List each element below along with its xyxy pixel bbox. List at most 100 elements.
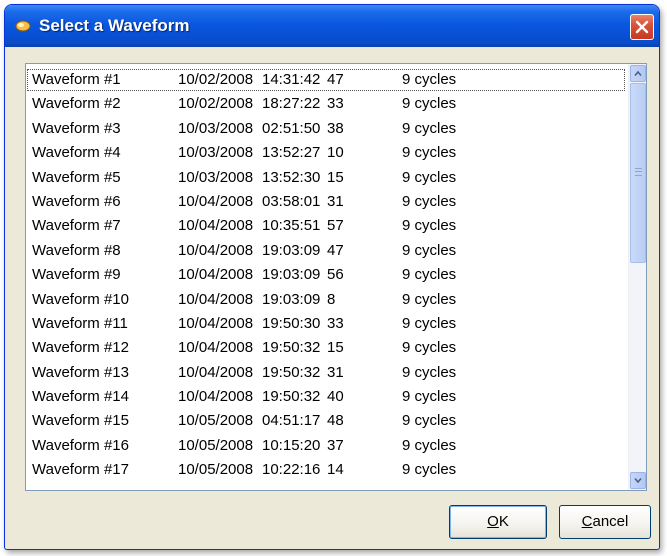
waveform-time: 19:50:32 [262, 363, 321, 381]
scroll-down-arrow-icon [634, 477, 642, 484]
ok-button[interactable]: OK [449, 505, 547, 539]
waveform-time: 19:03:09 [262, 266, 321, 284]
waveform-list: Waveform #1 10/02/2008 14:31:42 47 9 cycles W… [26, 68, 626, 483]
waveform-name: Waveform #15 [32, 412, 129, 430]
waveform-value: 15 [327, 339, 344, 357]
waveform-name: Waveform #17 [32, 461, 129, 479]
waveform-name: Waveform #10 [32, 290, 129, 308]
waveform-value: 15 [327, 168, 344, 186]
waveform-date: 10/04/2008 [178, 217, 254, 235]
waveform-value: 33 [327, 95, 344, 113]
waveform-time: 13:52:27 [262, 144, 321, 162]
waveform-name: Waveform #13 [32, 363, 129, 381]
waveform-value: 10 [327, 144, 344, 162]
waveform-cycles: 9 cycles [402, 290, 457, 308]
waveform-date: 10/05/2008 [178, 461, 254, 479]
list-item[interactable]: Waveform #12 10/04/2008 19:50:32 15 9 cycles [26, 336, 626, 360]
list-item[interactable]: Waveform #17 10/05/2008 10:22:16 14 9 cycles [26, 458, 626, 482]
waveform-value: 47 [327, 241, 344, 259]
waveform-date: 10/04/2008 [178, 192, 254, 210]
waveform-date: 10/04/2008 [178, 339, 254, 357]
waveform-cycles: 9 cycles [402, 119, 457, 137]
waveform-value: 37 [327, 436, 344, 454]
list-item[interactable]: Waveform #8 10/04/2008 19:03:09 47 9 cycles [26, 239, 626, 263]
waveform-cycles: 9 cycles [402, 314, 457, 332]
waveform-date: 10/03/2008 [178, 119, 254, 137]
waveform-time: 10:15:20 [262, 436, 321, 454]
scroll-thumb-grip [635, 168, 642, 176]
cancel-button[interactable]: Cancel [559, 505, 651, 539]
waveform-time: 13:52:30 [262, 168, 321, 186]
list-item[interactable]: Waveform #15 10/05/2008 04:51:17 48 9 cycles [26, 409, 626, 433]
window-title: Select a Waveform [39, 16, 190, 35]
waveform-name: Waveform #4 [32, 144, 121, 162]
scroll-up-button[interactable] [630, 65, 646, 82]
list-item[interactable]: Waveform #1 10/02/2008 14:31:42 47 9 cycles [26, 68, 626, 92]
ok-mnemonic: O [487, 513, 499, 530]
waveform-name: Waveform #3 [32, 119, 121, 137]
scroll-up-arrow-icon [634, 70, 642, 77]
waveform-cycles: 9 cycles [402, 217, 457, 235]
waveform-time: 10:35:51 [262, 217, 321, 235]
list-item[interactable]: Waveform #13 10/04/2008 19:50:32 31 9 cycles [26, 361, 626, 385]
waveform-date: 10/03/2008 [178, 168, 254, 186]
waveform-value: 33 [327, 314, 344, 332]
waveform-name: Waveform #2 [32, 95, 121, 113]
waveform-cycles: 9 cycles [402, 388, 457, 406]
waveform-cycles: 9 cycles [402, 339, 457, 357]
waveform-name: Waveform #9 [32, 266, 121, 284]
list-item[interactable]: Waveform #9 10/04/2008 19:03:09 56 9 cycles [26, 263, 626, 287]
list-item[interactable]: Waveform #2 10/02/2008 18:27:22 33 9 cycles [26, 92, 626, 116]
waveform-date: 10/04/2008 [178, 314, 254, 332]
waveform-time: 19:50:32 [262, 339, 321, 357]
waveform-name: Waveform #11 [32, 314, 128, 332]
waveform-value: 38 [327, 119, 344, 137]
waveform-cycles: 9 cycles [402, 71, 457, 88]
waveform-value: 8 [327, 290, 336, 308]
app-icon [15, 20, 31, 32]
waveform-cycles: 9 cycles [402, 192, 457, 210]
waveform-time: 02:51:50 [262, 119, 321, 137]
list-item[interactable]: Waveform #14 10/04/2008 19:50:32 40 9 cycles [26, 385, 626, 409]
waveform-cycles: 9 cycles [402, 241, 457, 259]
waveform-time: 19:03:09 [262, 290, 321, 308]
waveform-date: 10/04/2008 [178, 388, 254, 406]
waveform-value: 56 [327, 266, 344, 284]
close-button[interactable] [630, 14, 654, 40]
list-item[interactable]: Waveform #4 10/03/2008 13:52:27 10 9 cycles [26, 141, 626, 165]
cancel-mnemonic: C [581, 513, 593, 530]
scroll-thumb[interactable] [630, 83, 646, 263]
waveform-time: 18:27:22 [262, 95, 321, 113]
waveform-time: 14:31:42 [262, 71, 321, 88]
waveform-value: 57 [327, 217, 344, 235]
waveform-value: 40 [327, 388, 344, 406]
waveform-date: 10/04/2008 [178, 241, 254, 259]
list-item[interactable]: Waveform #5 10/03/2008 13:52:30 15 9 cycles [26, 166, 626, 190]
list-item[interactable]: Waveform #6 10/04/2008 03:58:01 31 9 cycles [26, 190, 626, 214]
list-item[interactable]: Waveform #7 10/04/2008 10:35:51 57 9 cycles [26, 214, 626, 238]
close-icon [635, 20, 649, 34]
vertical-scrollbar[interactable] [628, 64, 646, 490]
waveform-value: 47 [327, 71, 344, 88]
list-item[interactable]: Waveform #10 10/04/2008 19:03:09 8 9 cycles [26, 288, 626, 312]
cancel-label-rest: ancel [592, 513, 629, 530]
waveform-date: 10/04/2008 [178, 363, 254, 381]
waveform-cycles: 9 cycles [402, 412, 457, 430]
waveform-name: Waveform #1 [32, 71, 121, 88]
waveform-value: 31 [327, 363, 344, 381]
list-item[interactable]: Waveform #11 10/04/2008 19:50:30 33 9 cycles [26, 312, 626, 336]
list-item[interactable]: Waveform #16 10/05/2008 10:15:20 37 9 cycles [26, 434, 626, 458]
title-bar[interactable]: Select a Waveform [5, 5, 659, 47]
list-item[interactable]: Waveform #3 10/03/2008 02:51:50 38 9 cycles [26, 117, 626, 141]
waveform-cycles: 9 cycles [402, 461, 457, 479]
waveform-name: Waveform #12 [32, 339, 129, 357]
waveform-time: 04:51:17 [262, 412, 321, 430]
waveform-cycles: 9 cycles [402, 363, 457, 381]
waveform-name: Waveform #16 [32, 436, 129, 454]
waveform-time: 19:50:30 [262, 314, 321, 332]
waveform-date: 10/05/2008 [178, 436, 254, 454]
waveform-value: 48 [327, 412, 344, 430]
waveform-listbox[interactable]: Waveform #1 10/02/2008 14:31:42 47 9 cycles W… [25, 63, 647, 491]
waveform-time: 10:22:16 [262, 461, 321, 479]
scroll-down-button[interactable] [630, 472, 646, 489]
